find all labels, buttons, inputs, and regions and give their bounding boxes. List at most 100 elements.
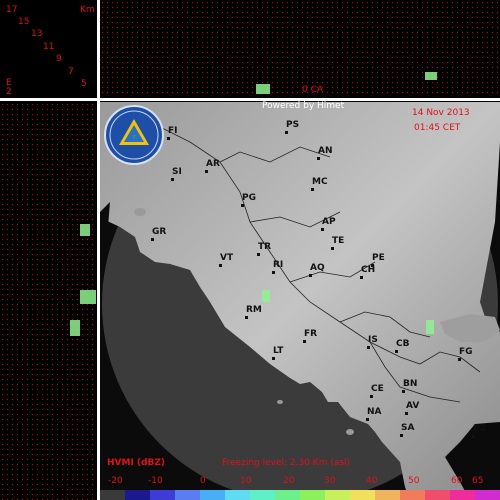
city-marker bbox=[309, 274, 312, 277]
city-label: FI bbox=[168, 126, 178, 136]
height-label-15: 15 bbox=[18, 17, 30, 27]
civil-protection-logo bbox=[104, 105, 164, 165]
legend-swatch bbox=[100, 490, 125, 500]
city-marker bbox=[402, 390, 405, 393]
legend-swatch bbox=[300, 490, 325, 500]
city-label: TR bbox=[258, 242, 272, 252]
map-echo-1 bbox=[262, 290, 270, 302]
city-marker bbox=[321, 228, 324, 231]
city-marker bbox=[219, 264, 222, 267]
top-echo-1 bbox=[256, 84, 270, 94]
city-marker bbox=[395, 350, 398, 353]
city-marker bbox=[303, 340, 306, 343]
city-label: RI bbox=[273, 260, 284, 270]
scale-tick: 10 bbox=[240, 476, 252, 486]
city-marker bbox=[171, 178, 174, 181]
height-label-11: 11 bbox=[43, 42, 55, 52]
reflectivity-color-scale bbox=[100, 490, 500, 500]
city-marker bbox=[272, 271, 275, 274]
scale-tick: 30 bbox=[324, 476, 336, 486]
height-label-13: 13 bbox=[31, 29, 43, 39]
height-label-17: 17 bbox=[6, 5, 18, 15]
city-marker bbox=[400, 434, 403, 437]
city-label: AN bbox=[318, 146, 333, 156]
city-marker bbox=[317, 157, 320, 160]
city-marker bbox=[331, 247, 334, 250]
city-marker bbox=[370, 395, 373, 398]
legend-swatch bbox=[125, 490, 150, 500]
city-marker bbox=[472, 435, 475, 438]
scale-tick: -10 bbox=[148, 476, 163, 486]
date-label: 14 Nov 2013 bbox=[412, 108, 470, 118]
city-label: CE bbox=[371, 384, 384, 394]
scale-tick: 65 bbox=[472, 476, 484, 486]
city-label: AQ bbox=[310, 263, 325, 273]
axis-mark-2: 2 bbox=[6, 87, 12, 97]
city-marker bbox=[366, 418, 369, 421]
scale-tick: -20 bbox=[108, 476, 123, 486]
city-marker bbox=[167, 137, 170, 140]
top-echo-2 bbox=[425, 72, 437, 80]
city-marker bbox=[245, 316, 248, 319]
freezing-level: Freezing level: 2.30 Km (asl) bbox=[222, 458, 351, 468]
city-label: PG bbox=[242, 193, 256, 203]
legend-swatch bbox=[350, 490, 375, 500]
legend-swatch bbox=[475, 490, 500, 500]
side-echo-3 bbox=[70, 320, 80, 336]
city-label: TE bbox=[332, 236, 345, 246]
city-marker bbox=[285, 131, 288, 134]
city-label: MC bbox=[312, 177, 328, 187]
city-label: GR bbox=[152, 227, 167, 237]
city-label: SA bbox=[401, 423, 415, 433]
legend-swatch bbox=[450, 490, 475, 500]
city-marker bbox=[241, 204, 244, 207]
map-echo-2 bbox=[426, 320, 434, 334]
legend-swatch bbox=[150, 490, 175, 500]
time-label: 01:45 CET bbox=[414, 123, 461, 133]
city-marker bbox=[257, 253, 260, 256]
city-label: FG bbox=[459, 347, 473, 357]
city-marker bbox=[360, 276, 363, 279]
scale-tick: 20 bbox=[283, 476, 295, 486]
legend-swatch bbox=[375, 490, 400, 500]
scale-tick: 60 bbox=[451, 476, 463, 486]
product-label: HVMI (dBZ) bbox=[107, 458, 165, 468]
city-marker bbox=[458, 358, 461, 361]
legend-swatch bbox=[250, 490, 275, 500]
city-label: CB bbox=[396, 339, 410, 349]
city-label: PS bbox=[286, 120, 300, 130]
city-label: AP bbox=[322, 217, 336, 227]
city-marker bbox=[367, 346, 370, 349]
powered-by: Powered by Himet bbox=[262, 101, 345, 111]
city-label: AR bbox=[206, 159, 220, 169]
city-label: SI bbox=[172, 167, 182, 177]
city-marker bbox=[205, 170, 208, 173]
top-panel-label: 0 CA bbox=[302, 85, 324, 95]
height-label-9: 9 bbox=[56, 54, 62, 64]
island bbox=[134, 208, 146, 216]
legend-swatch bbox=[400, 490, 425, 500]
city-label: NA bbox=[367, 407, 382, 417]
city-label: PE bbox=[372, 253, 385, 263]
city-label: AV bbox=[406, 401, 420, 411]
city-marker bbox=[272, 357, 275, 360]
city-marker bbox=[405, 412, 408, 415]
height-unit: Km bbox=[80, 5, 95, 15]
legend-swatch bbox=[200, 490, 225, 500]
city-label: PZ bbox=[473, 424, 487, 434]
logo-triangle-icon bbox=[109, 110, 159, 160]
radar-view: 0 CA 17 Km 15 13 11 9 7 5 E 2 FI PS AN A… bbox=[0, 0, 500, 500]
legend-swatch bbox=[275, 490, 300, 500]
city-label: LT bbox=[273, 346, 284, 356]
horizontal-separator bbox=[0, 98, 500, 101]
height-label-5: 5 bbox=[81, 79, 87, 89]
height-label-7: 7 bbox=[68, 67, 74, 77]
scale-tick: 0 bbox=[200, 476, 206, 486]
scale-tick: 50 bbox=[408, 476, 420, 486]
city-marker bbox=[311, 188, 314, 191]
city-label: IS bbox=[368, 335, 378, 345]
legend-swatch bbox=[225, 490, 250, 500]
city-label: FR bbox=[304, 329, 318, 339]
legend-swatch bbox=[325, 490, 350, 500]
city-marker bbox=[371, 264, 374, 267]
